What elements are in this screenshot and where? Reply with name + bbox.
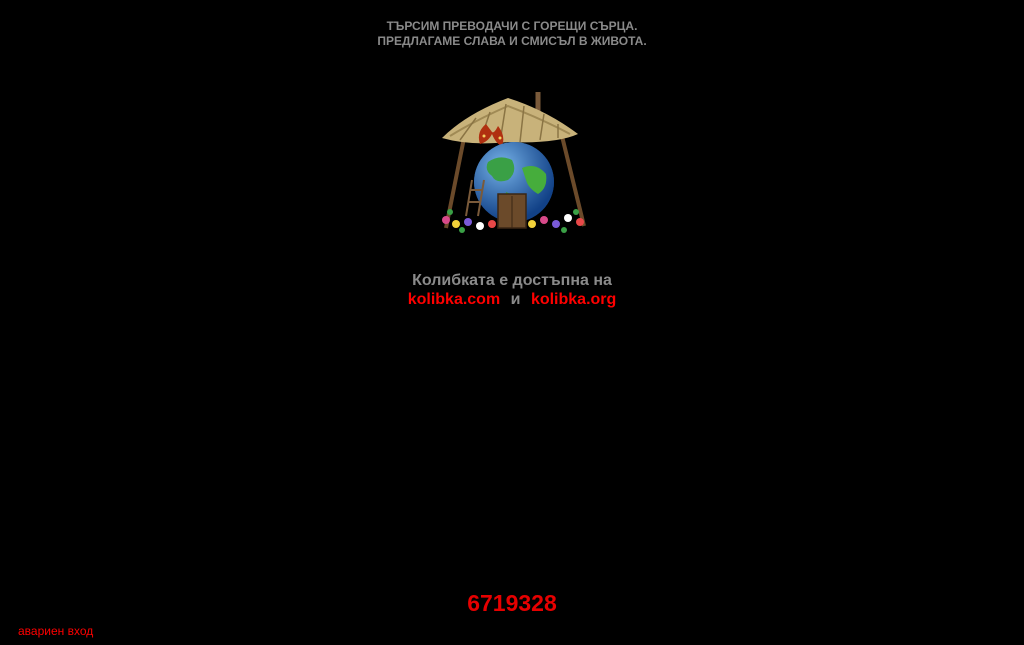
- banner-line-1: ТЪРСИМ ПРЕВОДАЧИ С ГОРЕЩИ СЪРЦА.: [386, 19, 638, 33]
- visit-counter: 6719328: [467, 590, 557, 616]
- emergency-entrance-link[interactable]: авариен вход: [18, 624, 93, 639]
- conjunction: и: [510, 291, 521, 308]
- banner-line-2: ПРЕДЛАГАМЕ СЛАВА И СМИСЪЛ В ЖИВОТА.: [377, 34, 647, 48]
- hut-globe-logo-image: [442, 92, 586, 233]
- page: ТЪРСИМ ПРЕВОДАЧИ С ГОРЕЩИ СЪРЦА. ПРЕДЛАГ…: [0, 0, 1024, 645]
- kolibka-com-link[interactable]: kolibka.com: [408, 291, 500, 308]
- hut-globe-logo[interactable]: [436, 88, 592, 238]
- recruitment-banner: ТЪРСИМ ПРЕВОДАЧИ С ГОРЕЩИ СЪРЦА. ПРЕДЛАГ…: [0, 19, 1024, 49]
- availability-links: kolibka.com и kolibka.org: [0, 290, 1024, 309]
- availability-notice: Колибката е достъпна на kolibka.com и ko…: [0, 271, 1024, 309]
- availability-lead: Колибката е достъпна на: [412, 272, 612, 289]
- kolibka-org-link[interactable]: kolibka.org: [531, 291, 616, 308]
